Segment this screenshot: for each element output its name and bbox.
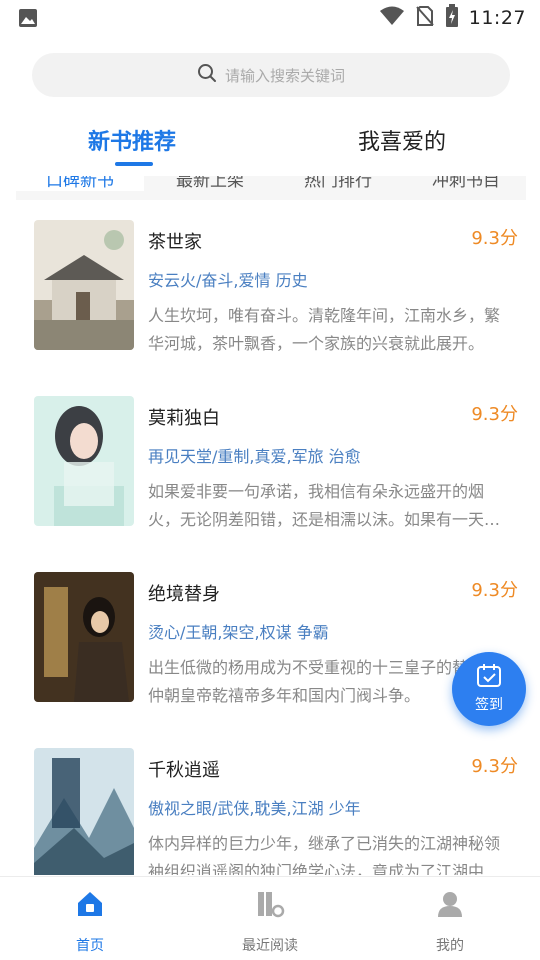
nav-recent-reading[interactable]: 最近阅读 <box>210 889 330 955</box>
book-tags: 安云火/奋斗,爱情 历史 <box>148 271 308 290</box>
book-score: 9.3分 <box>471 404 518 425</box>
status-time: 11:27 <box>468 7 526 29</box>
nav-recent-label: 最近阅读 <box>242 938 298 954</box>
nav-home[interactable]: 首页 <box>30 889 150 955</box>
book-desc: 如果爱非要一句承诺，我相信有朵永远盛开的烟火，无论阴差阳错，还是相濡以沫。如果有… <box>148 482 501 529</box>
search-bar[interactable]: 请输入搜索关键词 <box>32 53 510 97</box>
book-title: 莫莉独白 <box>148 408 220 429</box>
tab-new-books[interactable]: 新书推荐 <box>88 124 176 156</box>
battery-charging-icon <box>445 4 459 32</box>
books-icon <box>210 889 330 923</box>
book-desc: 人生坎坷，唯有奋斗。清乾隆年间，江南水乡，繁华河城，茶叶飘香，一个家族的兴衰就此… <box>148 306 501 353</box>
sub-tabs: 口碑新书 最新上架 热门排行 冲刺书目 <box>16 176 526 200</box>
search-placeholder: 请输入搜索关键词 <box>224 66 345 85</box>
book-cover[interactable] <box>34 220 134 350</box>
book-title: 千秋逍遥 <box>148 760 220 781</box>
book-score: 9.3分 <box>471 756 518 777</box>
wifi-icon <box>379 5 405 31</box>
top-tabs: 新书推荐 我喜爱的 <box>0 118 540 168</box>
book-tags: 傲视之眼/武侠,耽美,江湖 少年 <box>148 799 361 818</box>
home-icon <box>30 889 150 923</box>
book-list: 茶世家 9.3分 安云火/奋斗,爱情 历史 人生坎坷，唯有奋斗。清乾隆年间，江南… <box>16 200 526 875</box>
book-score: 9.3分 <box>471 228 518 249</box>
book-item[interactable]: 莫莉独白 9.3分 再见天堂/重制,真爱,军旅 治愈 如果爱非要一句承诺，我相信… <box>16 376 526 552</box>
book-score: 9.3分 <box>471 580 518 601</box>
book-item[interactable]: 绝境替身 9.3分 烫心/王朝,架空,权谋 争霸 出生低微的杨用成为不受重视的十… <box>16 552 526 728</box>
sub-tab-sprint[interactable]: 冲刺书目 <box>402 176 526 191</box>
book-title: 绝境替身 <box>148 584 220 605</box>
book-title: 茶世家 <box>148 232 202 253</box>
sub-tab-reputation[interactable]: 口碑新书 <box>16 176 144 191</box>
gallery-notification-icon <box>18 8 38 32</box>
sign-in-label: 签到 <box>475 697 503 713</box>
book-cover[interactable] <box>34 396 134 526</box>
bottom-nav: 首页 最近阅读 我的 <box>0 876 540 960</box>
sign-in-button[interactable]: 签到 <box>452 652 526 726</box>
nav-home-label: 首页 <box>76 938 104 954</box>
book-cover[interactable] <box>34 572 134 702</box>
book-item[interactable]: 千秋逍遥 9.3分 傲视之眼/武侠,耽美,江湖 少年 体内异样的巨力少年，继承了… <box>16 728 526 875</box>
nav-mine[interactable]: 我的 <box>390 889 510 955</box>
tab-indicator <box>115 162 153 166</box>
tab-favorites[interactable]: 我喜爱的 <box>358 124 446 156</box>
book-tags: 再见天堂/重制,真爱,军旅 治愈 <box>148 447 361 466</box>
status-bar: 11:27 <box>0 0 540 36</box>
no-sim-icon <box>415 5 435 31</box>
book-cover[interactable] <box>34 748 134 875</box>
nav-mine-label: 我的 <box>436 938 464 954</box>
sub-tab-ranking[interactable]: 热门排行 <box>274 176 402 191</box>
sub-tab-latest[interactable]: 最新上架 <box>146 176 274 191</box>
book-item[interactable]: 茶世家 9.3分 安云火/奋斗,爱情 历史 人生坎坷，唯有奋斗。清乾隆年间，江南… <box>16 200 526 376</box>
book-desc: 体内异样的巨力少年，继承了已消失的江湖神秘领袖组织逍遥阁的独门绝学心法，竟成为了… <box>148 834 501 875</box>
book-tags: 烫心/王朝,架空,权谋 争霸 <box>148 623 329 642</box>
user-icon <box>390 889 510 923</box>
calendar-check-icon <box>476 664 502 692</box>
search-icon <box>197 63 217 87</box>
